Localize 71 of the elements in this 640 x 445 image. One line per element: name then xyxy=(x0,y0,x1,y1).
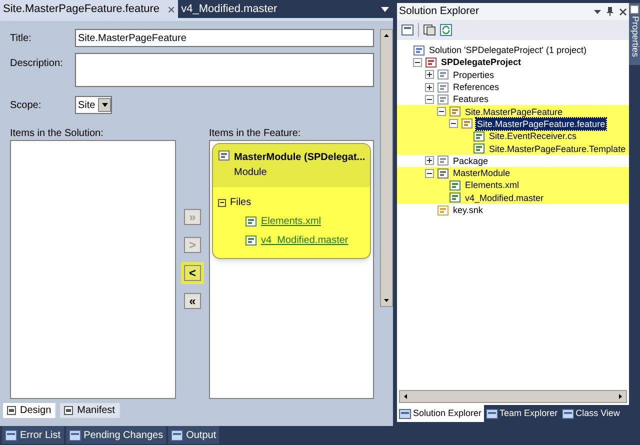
properties-icon xyxy=(630,5,639,14)
file-icon xyxy=(449,192,461,204)
collapse-icon[interactable] xyxy=(437,107,446,116)
file-icon xyxy=(245,235,257,246)
title-label: Title: xyxy=(10,32,32,46)
refresh-icon[interactable] xyxy=(440,24,452,36)
document-tab[interactable]: v4_Modified.master xyxy=(178,0,280,18)
properties-tab[interactable]: Properties xyxy=(629,3,640,65)
expand-icon[interactable] xyxy=(425,70,434,80)
tree-item[interactable]: SPDelegateProject xyxy=(440,56,522,68)
close-button[interactable]: × xyxy=(168,2,176,16)
collapse-icon[interactable] xyxy=(218,198,226,206)
tool-window-tab[interactable]: Output xyxy=(168,426,220,444)
file-icon xyxy=(449,180,461,191)
scope-label: Scope: xyxy=(10,98,42,112)
expand-icon[interactable] xyxy=(425,156,434,166)
window-icon xyxy=(171,430,184,440)
file-link[interactable]: v4_Modified.master xyxy=(261,233,348,248)
tree-item[interactable]: Package xyxy=(452,154,490,167)
tree-item[interactable]: Solution 'SPDelegateProject' (1 project) xyxy=(428,44,588,56)
window-icon xyxy=(562,408,574,418)
panel-title: Solution Explorer xyxy=(399,4,480,19)
caret-icon xyxy=(102,103,108,107)
properties-icon[interactable] xyxy=(401,24,414,36)
panel-tab[interactable]: Team Explorer xyxy=(484,405,560,422)
tree-item[interactable]: key.snk xyxy=(452,204,484,216)
dropdown-icon[interactable] xyxy=(381,7,389,12)
collapse-icon[interactable] xyxy=(413,58,422,67)
collapse-icon[interactable] xyxy=(425,168,434,178)
tree-item[interactable]: Site.MasterPageFeature.feature xyxy=(476,118,606,130)
file-icon xyxy=(245,216,257,227)
panel-tab[interactable]: Class View xyxy=(560,405,622,422)
tree-item[interactable]: Features xyxy=(452,93,490,106)
tree-item[interactable]: Properties xyxy=(452,68,496,81)
manifest-icon xyxy=(64,406,74,415)
file-link[interactable]: Elements.xml xyxy=(261,214,322,229)
dropdown-icon[interactable] xyxy=(594,10,601,14)
window-icon xyxy=(5,430,17,440)
module-type: Module xyxy=(234,166,268,180)
solution-items-label: Items in the Solution: xyxy=(10,127,104,140)
horizontal-scrollbar[interactable] xyxy=(399,390,627,403)
collapse-icon[interactable] xyxy=(425,94,434,104)
file-icon xyxy=(473,130,485,142)
window-icon xyxy=(68,430,81,440)
panel-tab[interactable]: Solution Explorer xyxy=(397,405,484,422)
expand-icon[interactable] xyxy=(425,82,434,92)
vertical-scrollbar[interactable] xyxy=(380,29,393,307)
close-icon[interactable] xyxy=(619,8,627,16)
show-files-icon[interactable] xyxy=(423,24,436,36)
collapse-icon[interactable] xyxy=(449,119,458,128)
feature-items-label: Items in the Feature: xyxy=(209,127,302,140)
module-title: MasterModule (SPDelegat... xyxy=(234,151,366,165)
title-field[interactable]: Site.MasterPageFeature xyxy=(75,29,374,47)
description-label: Description: xyxy=(10,57,64,71)
scope-dropdown[interactable]: Site xyxy=(75,96,112,114)
files-group-label: Files xyxy=(230,196,252,210)
window-icon xyxy=(399,408,411,418)
move-button[interactable]: < xyxy=(184,265,201,281)
tool-window-tab[interactable]: Pending Changes xyxy=(66,426,166,444)
view-tab[interactable]: Manifest xyxy=(60,403,120,418)
view-tab[interactable]: Design xyxy=(3,403,56,418)
file-icon xyxy=(473,143,485,154)
design-icon xyxy=(7,406,16,415)
move-button[interactable]: « xyxy=(184,293,201,309)
tool-window-tab[interactable]: Error List xyxy=(2,426,64,444)
tree-item[interactable]: References xyxy=(452,81,500,94)
document-tab[interactable]: Site.MasterPageFeature.feature × xyxy=(0,0,178,18)
window-icon xyxy=(486,408,498,418)
description-field[interactable] xyxy=(75,53,374,87)
pin-icon[interactable] xyxy=(607,7,613,16)
module-card[interactable]: MasterModule (SPDelegat... Module Files Elements.xml v4_Modified.master xyxy=(212,143,371,259)
